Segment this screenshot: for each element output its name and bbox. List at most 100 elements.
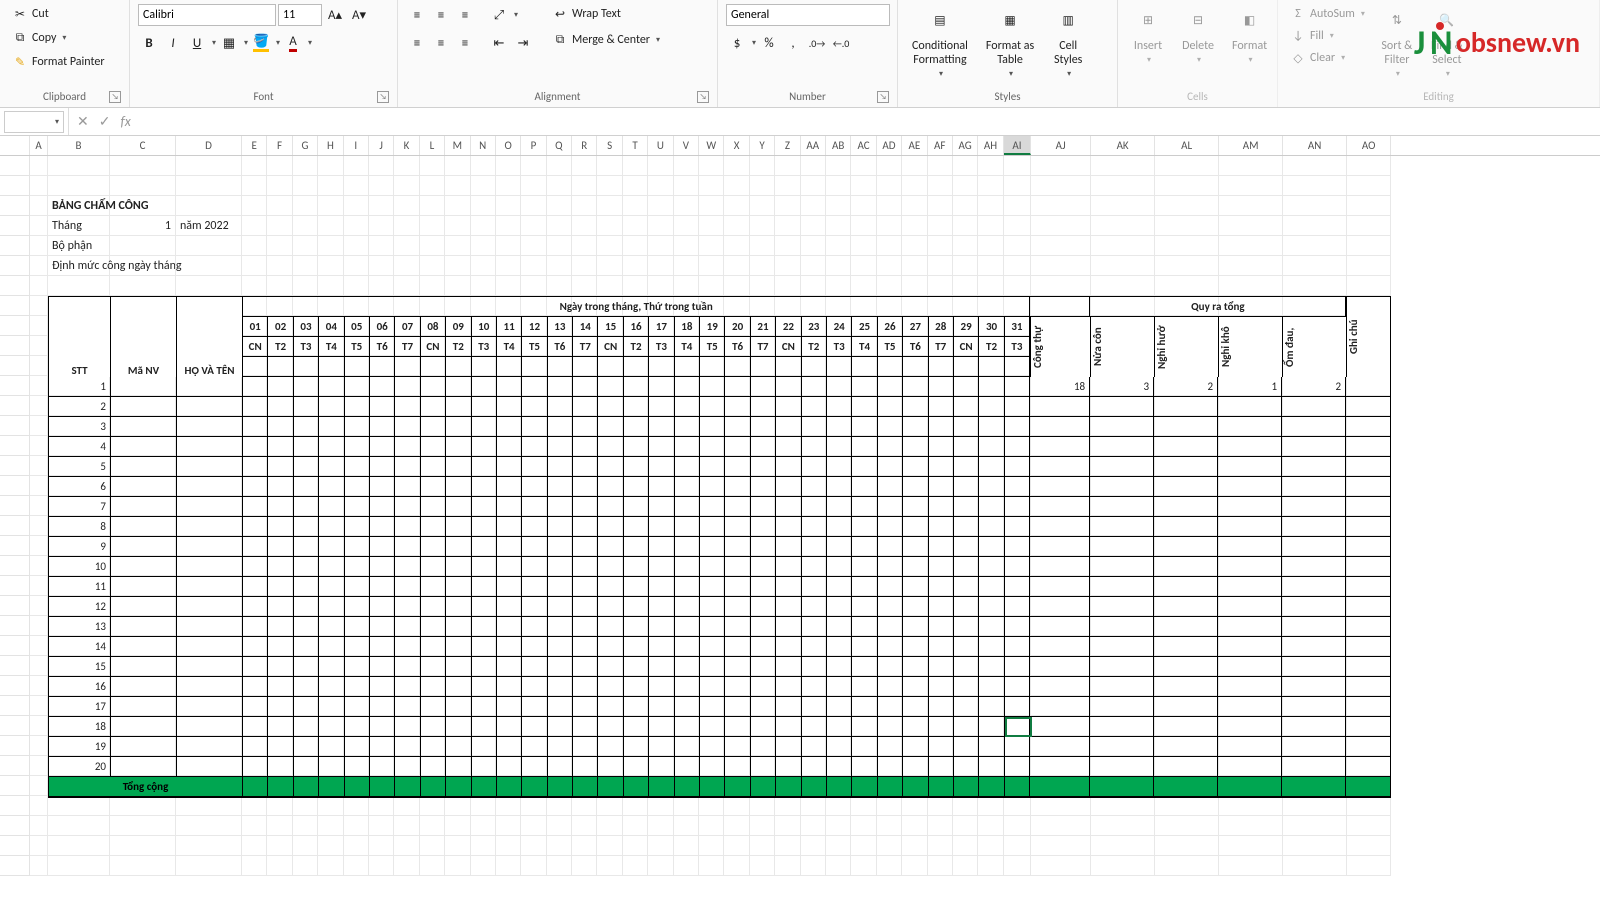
cell[interactable]	[471, 796, 496, 816]
cut-button[interactable]: ✂Cut	[8, 4, 109, 24]
cell[interactable]	[724, 256, 749, 276]
cell[interactable]	[1091, 856, 1155, 876]
chevron-down-icon[interactable]: ▾	[308, 38, 312, 48]
cell[interactable]	[521, 816, 546, 836]
cell[interactable]	[344, 816, 369, 836]
cell[interactable]	[699, 176, 724, 196]
cell[interactable]	[623, 236, 648, 256]
cell[interactable]	[826, 796, 851, 816]
cell-styles-button[interactable]: ▥Cell Styles▾	[1046, 4, 1090, 81]
cell[interactable]	[699, 256, 724, 276]
cell[interactable]	[1091, 796, 1155, 816]
cell[interactable]	[978, 176, 1003, 196]
row-header[interactable]	[0, 256, 30, 276]
increase-decimal-button[interactable]: .0→	[806, 32, 828, 54]
cell[interactable]	[648, 176, 673, 196]
cell[interactable]	[851, 856, 876, 876]
cell[interactable]	[267, 236, 292, 256]
cell[interactable]	[953, 216, 978, 236]
cell[interactable]	[318, 836, 343, 856]
underline-button[interactable]: U	[186, 32, 208, 54]
cell[interactable]	[394, 256, 419, 276]
col-header-K[interactable]: K	[394, 136, 419, 155]
cell[interactable]	[953, 816, 978, 836]
cell[interactable]	[242, 216, 267, 236]
cell[interactable]	[801, 276, 826, 296]
cell[interactable]	[724, 816, 749, 836]
cell[interactable]	[394, 156, 419, 176]
cell[interactable]	[369, 276, 394, 296]
cell[interactable]	[344, 216, 369, 236]
cell[interactable]	[623, 196, 648, 216]
cell[interactable]	[1347, 276, 1391, 296]
cell[interactable]	[445, 156, 470, 176]
cell[interactable]	[496, 216, 521, 236]
row-header[interactable]	[0, 656, 30, 676]
cell[interactable]	[877, 836, 902, 856]
cell[interactable]: BẢNG CHẤM CÔNG	[48, 196, 110, 216]
decrease-font-button[interactable]: A▾	[348, 4, 370, 26]
cell[interactable]	[30, 556, 48, 576]
cell[interactable]	[750, 156, 775, 176]
cell[interactable]	[267, 156, 292, 176]
cell[interactable]	[110, 796, 176, 816]
row-header[interactable]	[0, 776, 30, 796]
cell[interactable]	[648, 276, 673, 296]
cell[interactable]	[648, 856, 673, 876]
cell[interactable]	[1155, 196, 1219, 216]
cell[interactable]	[648, 796, 673, 816]
cell[interactable]	[521, 236, 546, 256]
cell[interactable]	[902, 816, 927, 836]
cell[interactable]	[30, 516, 48, 536]
worksheet-grid[interactable]: BẢNG CHẤM CÔNGTháng1năm 2022Bộ phậnĐịnh …	[0, 156, 1600, 900]
cell[interactable]	[1004, 856, 1031, 876]
col-header-AG[interactable]: AG	[953, 136, 978, 155]
cell[interactable]	[826, 276, 851, 296]
cell[interactable]	[242, 256, 267, 276]
cell[interactable]	[293, 836, 318, 856]
cell[interactable]	[674, 156, 699, 176]
cell[interactable]	[445, 176, 470, 196]
row-header[interactable]	[0, 436, 30, 456]
cell[interactable]	[953, 196, 978, 216]
cell[interactable]	[1219, 276, 1283, 296]
cell[interactable]	[902, 796, 927, 816]
cell[interactable]	[30, 236, 48, 256]
cell[interactable]	[1091, 156, 1155, 176]
cell[interactable]	[851, 176, 876, 196]
cell[interactable]	[801, 216, 826, 236]
cell[interactable]	[394, 216, 419, 236]
cell[interactable]	[572, 796, 597, 816]
col-header-AO[interactable]: AO	[1347, 136, 1391, 155]
insert-button[interactable]: ⊞Insert▾	[1126, 4, 1170, 67]
cell[interactable]	[521, 856, 546, 876]
cell[interactable]	[318, 256, 343, 276]
cell[interactable]	[1031, 196, 1091, 216]
cell[interactable]	[176, 196, 242, 216]
cell[interactable]	[851, 256, 876, 276]
cell[interactable]	[547, 176, 572, 196]
cell[interactable]	[30, 216, 48, 236]
col-header-E[interactable]: E	[242, 136, 267, 155]
cell[interactable]	[318, 156, 343, 176]
chevron-down-icon[interactable]: ▾	[212, 38, 216, 48]
col-header-AL[interactable]: AL	[1155, 136, 1219, 155]
row-header[interactable]	[0, 676, 30, 696]
cell[interactable]	[369, 156, 394, 176]
cell[interactable]	[851, 216, 876, 236]
cell[interactable]	[623, 836, 648, 856]
cell[interactable]	[110, 156, 176, 176]
chevron-down-icon[interactable]: ▾	[55, 117, 59, 127]
cell[interactable]	[176, 836, 242, 856]
cell[interactable]	[699, 836, 724, 856]
cell[interactable]	[547, 256, 572, 276]
cell[interactable]	[110, 256, 176, 276]
col-header-L[interactable]: L	[420, 136, 445, 155]
cancel-icon[interactable]: ✕	[77, 113, 89, 130]
cell[interactable]	[1091, 216, 1155, 236]
cell[interactable]	[1155, 256, 1219, 276]
cell[interactable]	[318, 236, 343, 256]
cell[interactable]	[110, 816, 176, 836]
cell[interactable]	[471, 216, 496, 236]
table-row[interactable]: 13	[49, 617, 1390, 637]
